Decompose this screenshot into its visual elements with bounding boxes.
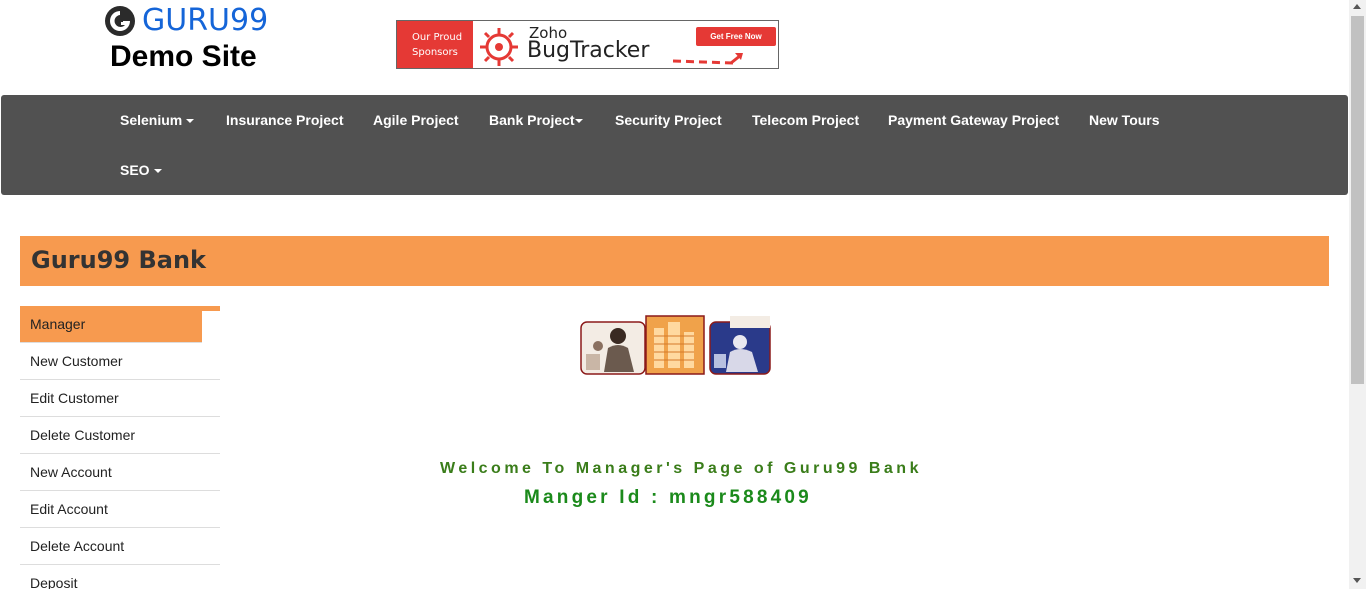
- banner-brand-big: BugTracker: [527, 38, 650, 63]
- bug-gear-icon: [480, 28, 518, 66]
- banner-sponsor-label: Our Proud Sponsors: [397, 21, 473, 68]
- nav-label: Security Project: [615, 112, 722, 128]
- nav-item-bank-project[interactable]: Bank Project: [489, 110, 583, 130]
- scrollbar-thumb[interactable]: [1351, 16, 1364, 384]
- sidebar-item-edit-account[interactable]: Edit Account: [20, 491, 220, 528]
- nav-item-new-tours[interactable]: New Tours: [1089, 110, 1160, 130]
- nav-label: Telecom Project: [752, 112, 860, 128]
- sidebar-item-new-customer[interactable]: New Customer: [20, 343, 220, 380]
- site-subtitle: Demo Site: [110, 40, 257, 73]
- sponsor-banner[interactable]: Our Proud Sponsors Zoho BugTracker Get F…: [396, 20, 779, 69]
- banner-cta-button[interactable]: Get Free Now: [696, 27, 776, 46]
- banner-content: Zoho BugTracker Get Free Now: [473, 21, 778, 68]
- logo-text: GURU99: [142, 3, 269, 38]
- nav-label: Selenium: [120, 112, 183, 128]
- guru99-logo-icon: [105, 6, 135, 36]
- nav-label: Payment Gateway Project: [888, 112, 1060, 128]
- bank-header-bar: Guru99 Bank: [20, 236, 1329, 286]
- nav-label: New Tours: [1089, 112, 1160, 128]
- caret-down-icon: [153, 169, 162, 174]
- page-title: Guru99 Bank: [31, 246, 206, 274]
- sidebar-item-deposit[interactable]: Deposit: [20, 565, 220, 589]
- sidebar-item-delete-account[interactable]: Delete Account: [20, 528, 220, 565]
- nav-label: Bank Project: [489, 112, 575, 128]
- scroll-up-arrow-icon[interactable]: [1353, 4, 1361, 9]
- site-logo[interactable]: GURU99 Demo Site: [104, 4, 284, 76]
- sidebar-item-new-account[interactable]: New Account: [20, 454, 220, 491]
- sidebar-item-manager[interactable]: Manager: [20, 306, 202, 343]
- scroll-down-arrow-icon[interactable]: [1353, 578, 1361, 583]
- caret-down-icon: [574, 119, 583, 124]
- nav-label: Agile Project: [373, 112, 459, 128]
- banner-arrow-icon: [673, 53, 743, 65]
- manager-id-text: Manger Id : mngr588409: [524, 487, 812, 508]
- vertical-scrollbar[interactable]: [1349, 0, 1366, 589]
- nav-item-payment-gateway-project[interactable]: Payment Gateway Project: [888, 110, 1059, 130]
- sidebar-item-delete-customer[interactable]: Delete Customer: [20, 417, 220, 454]
- nav-item-seo[interactable]: SEO: [120, 160, 162, 180]
- bank-collage-image: [580, 315, 771, 375]
- nav-label: Insurance Project: [226, 112, 344, 128]
- caret-down-icon: [186, 119, 195, 124]
- nav-label: SEO: [120, 162, 150, 178]
- welcome-message: Welcome To Manager's Page of Guru99 Bank: [440, 460, 922, 477]
- nav-item-security-project[interactable]: Security Project: [615, 110, 722, 130]
- nav-item-agile-project[interactable]: Agile Project: [373, 110, 459, 130]
- banner-label-line1: Our Proud: [412, 32, 463, 43]
- nav-item-insurance-project[interactable]: Insurance Project: [226, 110, 344, 130]
- page: GURU99 Demo Site Our Proud Sponsors Zoho…: [0, 0, 1366, 589]
- top-navbar: Selenium Insurance Project Agile Project…: [1, 95, 1348, 195]
- nav-item-telecom-project[interactable]: Telecom Project: [752, 110, 859, 130]
- sidebar-item-edit-customer[interactable]: Edit Customer: [20, 380, 220, 417]
- nav-item-selenium[interactable]: Selenium: [120, 110, 195, 130]
- banner-label-line2: Sponsors: [412, 47, 458, 58]
